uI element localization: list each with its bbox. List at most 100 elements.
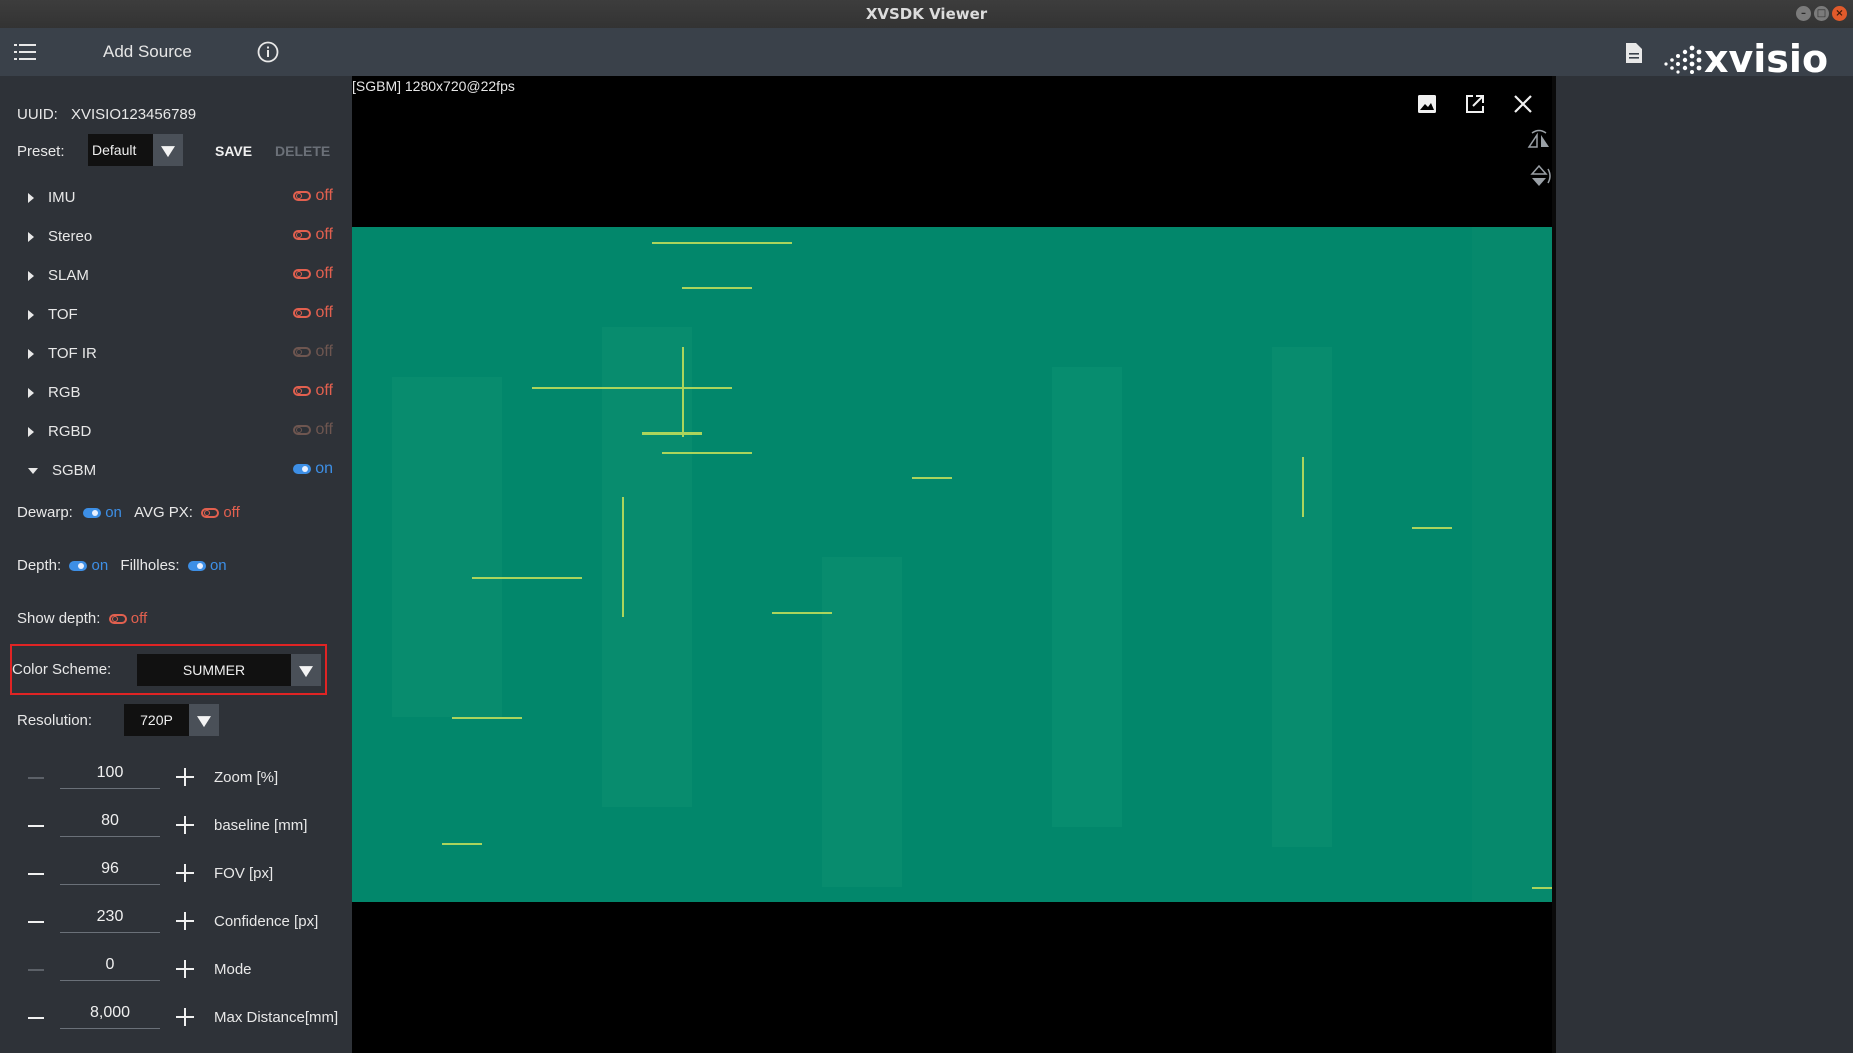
toggle-icon <box>293 425 312 436</box>
increment-button[interactable] <box>176 864 194 882</box>
avg-px-state: off <box>223 504 240 521</box>
preset-label: Preset: <box>17 143 65 160</box>
decrement-button[interactable] <box>28 1017 44 1019</box>
expand-arrow-icon <box>28 427 34 438</box>
decrement-button[interactable] <box>28 777 44 779</box>
toggle-icon <box>293 347 312 358</box>
fov-value[interactable]: 96 <box>60 860 160 885</box>
module-state: off <box>315 382 334 399</box>
mode-label: Mode <box>214 961 252 978</box>
depth-texture <box>392 227 1552 902</box>
depth-setting: Depth: on Fillholes: on <box>17 557 227 574</box>
module-row-slam[interactable]: SLAM off <box>28 265 334 284</box>
increment-button[interactable] <box>176 1008 194 1026</box>
depth-toggle[interactable] <box>69 561 88 572</box>
confidence-stepper: 230 Confidence [px] <box>0 900 352 944</box>
module-state: off <box>315 226 334 243</box>
module-name: IMU <box>48 189 76 206</box>
decrement-button[interactable] <box>28 825 44 827</box>
toggle-icon[interactable] <box>293 464 312 475</box>
preset-value: Default <box>92 142 137 158</box>
mode-stepper: 0 Mode <box>0 948 352 992</box>
increment-button[interactable] <box>176 960 194 978</box>
depth-state: on <box>91 557 109 574</box>
chevron-down-icon <box>189 704 219 736</box>
module-name: RGBD <box>48 423 92 440</box>
color-scheme-highlight: Color Scheme: SUMMER <box>10 644 327 695</box>
module-row-tof-ir[interactable]: TOF IR off <box>28 343 334 362</box>
expand-arrow-icon <box>28 388 34 399</box>
image-icon[interactable] <box>1416 93 1438 115</box>
toggle-icon[interactable] <box>293 230 312 241</box>
module-row-imu[interactable]: IMU off <box>28 187 333 206</box>
info-icon[interactable] <box>257 41 279 63</box>
decrement-button[interactable] <box>28 873 44 875</box>
flip-horizontal-icon[interactable] <box>1526 128 1552 154</box>
dewarp-state: on <box>105 504 122 521</box>
window-controls: – □ × <box>1796 6 1847 21</box>
toggle-icon[interactable] <box>293 308 312 319</box>
add-source-button[interactable]: Add Source <box>103 42 192 62</box>
show-depth-toggle[interactable] <box>108 614 127 625</box>
toggle-icon[interactable] <box>293 191 312 202</box>
avg-px-toggle[interactable] <box>201 508 220 519</box>
baseline-value[interactable]: 80 <box>60 812 160 837</box>
module-row-rgbd[interactable]: RGBD off <box>28 421 334 440</box>
close-icon[interactable] <box>1512 93 1534 115</box>
increment-button[interactable] <box>176 768 194 786</box>
document-icon[interactable] <box>1625 42 1643 64</box>
window-title: XVSDK Viewer <box>865 5 988 23</box>
module-row-sgbm[interactable]: SGBM on <box>28 460 333 479</box>
module-row-rgb[interactable]: RGB off <box>28 382 334 401</box>
delete-preset-button[interactable]: DELETE <box>275 143 330 159</box>
depth-label: Depth: <box>17 557 62 574</box>
window-titlebar: XVSDK Viewer – □ × <box>0 0 1853 28</box>
max-distance-value[interactable]: 8,000 <box>60 1004 160 1029</box>
show-depth-state: off <box>130 610 148 627</box>
module-state: off <box>315 343 334 360</box>
brand-text: xvisio <box>1704 37 1828 76</box>
chevron-down-icon <box>153 134 183 166</box>
flip-vertical-icon[interactable] <box>1526 163 1552 189</box>
xvisio-logo: xvisio <box>1660 32 1850 81</box>
increment-button[interactable] <box>176 816 194 834</box>
module-state: off <box>315 265 334 282</box>
module-name: Stereo <box>48 228 93 245</box>
avg-px-label: AVG PX: <box>134 504 193 521</box>
fillholes-state: on <box>209 557 227 574</box>
stream-info-label: [SGBM] 1280x720@22fps <box>352 78 515 94</box>
fov-label: FOV [px] <box>214 865 274 882</box>
confidence-value[interactable]: 230 <box>60 908 160 933</box>
zoom-stepper: 100 Zoom [%] <box>0 756 352 800</box>
save-preset-button[interactable]: SAVE <box>215 143 252 159</box>
maximize-button[interactable]: □ <box>1814 6 1829 21</box>
preset-select[interactable]: Default <box>88 134 183 166</box>
expand-arrow-icon <box>28 271 34 282</box>
fillholes-toggle[interactable] <box>187 561 206 572</box>
expand-arrow-icon <box>28 193 34 204</box>
fov-stepper: 96 FOV [px] <box>0 852 352 896</box>
resolution-select[interactable]: 720P <box>124 704 219 736</box>
dewarp-toggle[interactable] <box>83 508 102 519</box>
module-name: TOF IR <box>48 345 97 362</box>
open-external-icon[interactable] <box>1464 93 1486 115</box>
module-row-stereo[interactable]: Stereo off <box>28 226 334 245</box>
module-state: off <box>315 421 334 438</box>
minimize-button[interactable]: – <box>1796 6 1811 21</box>
module-name: RGB <box>48 384 81 401</box>
uuid-value: XVISIO123456789 <box>71 106 197 123</box>
menu-icon[interactable] <box>14 44 36 60</box>
zoom-value[interactable]: 100 <box>60 764 160 789</box>
toggle-icon[interactable] <box>293 386 312 397</box>
color-scheme-select[interactable]: SUMMER <box>137 654 321 686</box>
control-panel: UUID: XVISIO123456789 Preset: Default SA… <box>0 76 352 1053</box>
decrement-button[interactable] <box>28 969 44 971</box>
increment-button[interactable] <box>176 912 194 930</box>
module-name: SGBM <box>52 462 97 479</box>
toggle-icon[interactable] <box>293 269 312 280</box>
window-close-button[interactable]: × <box>1832 6 1847 21</box>
mode-value[interactable]: 0 <box>60 956 160 981</box>
fillholes-label: Fillholes: <box>120 557 180 574</box>
decrement-button[interactable] <box>28 921 44 923</box>
module-row-tof[interactable]: TOF off <box>28 304 333 323</box>
